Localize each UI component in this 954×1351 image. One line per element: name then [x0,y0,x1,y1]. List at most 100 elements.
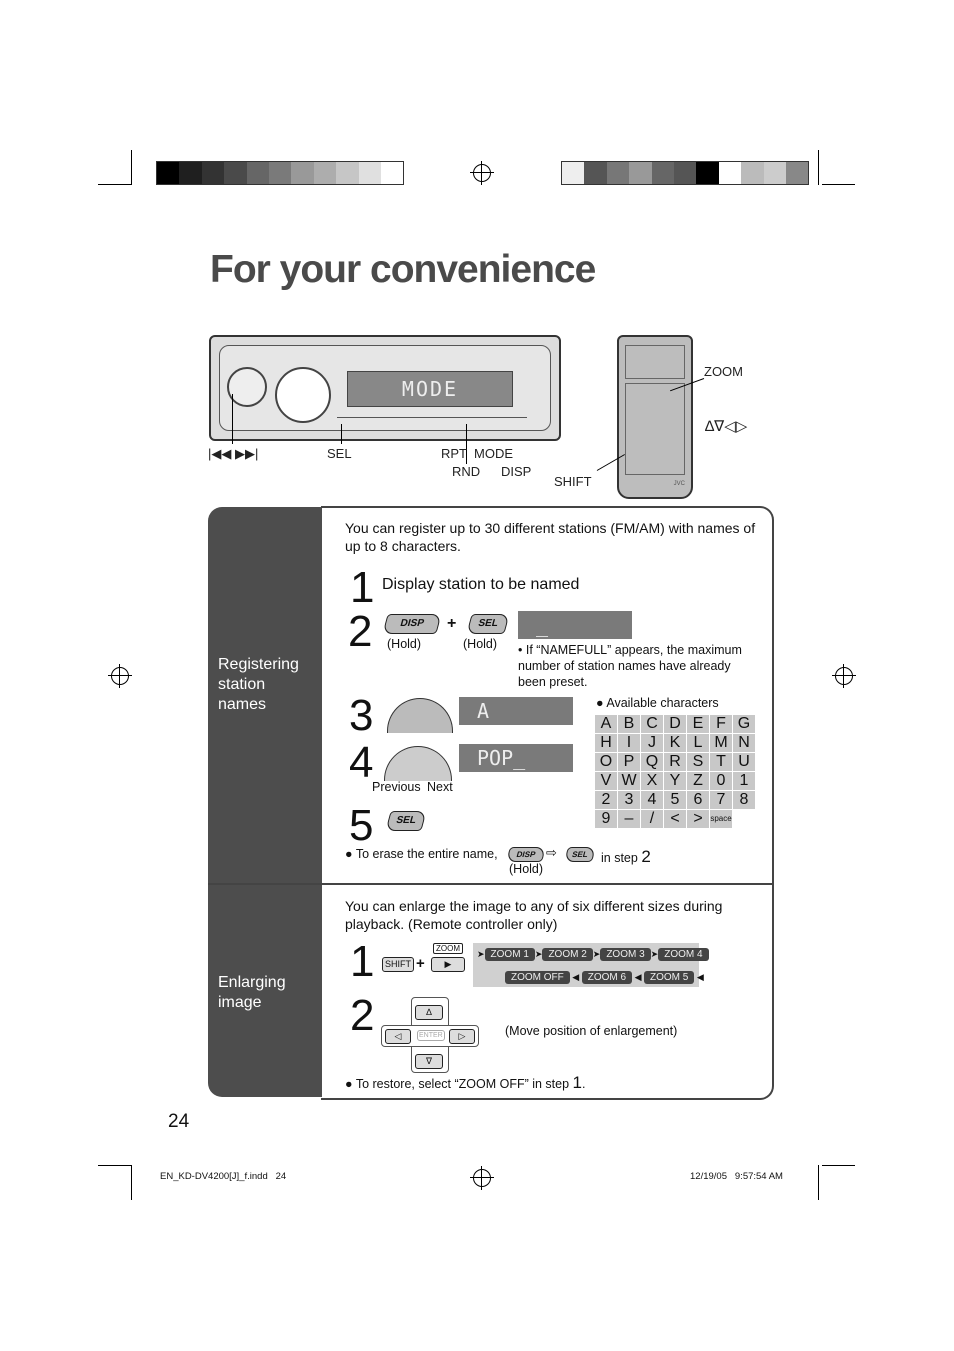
character-cell: C [641,715,663,733]
mode-label: MODE [474,446,513,461]
namefull-note: If “NAMEFULL” appears, the maximum numbe… [518,643,742,689]
character-cell: 9 [595,810,617,828]
footer-filename: EN_KD-DV4200[J]_f.indd 24 [160,1171,287,1182]
disp-button: DISP [505,847,547,862]
character-cell: A [595,715,617,733]
zoom-caption: ZOOM [433,943,463,954]
character-cell: J [641,734,663,752]
section-label-registering: Registering station names [218,656,299,713]
step-number: 2 [350,991,375,1040]
sel-button: SEL [385,811,427,831]
character-cell: > [687,810,709,828]
section-sidebar: Registering station names Enlarging imag… [208,507,322,1097]
character-cell: 5 [664,791,686,809]
page-title: For your convenience [210,248,596,291]
play-key-icon: ▶ [431,957,465,972]
character-cell: 2 [595,791,617,809]
footer-date: 12/19/05 9:57:54 AM [690,1171,783,1182]
section-divider [208,883,773,885]
zoom-sequence: ➤ ZOOM 1 ➤ ZOOM 2 ➤ ZOOM 3 ➤ ZOOM 4 ZOOM OFF ◀ … [473,943,709,987]
erase-note: To erase the entire name, [355,847,498,861]
device-display: MODE [347,371,513,407]
character-cell: – [618,810,640,828]
car-stereo-illustration: MODE [209,335,561,441]
sel-label: SEL [327,446,352,461]
lcd-display: _ [518,611,632,639]
registration-mark-icon [108,664,132,688]
registering-intro: You can register up to 30 different stat… [345,520,756,554]
character-cell: 8 [733,791,755,809]
character-cell: 6 [687,791,709,809]
character-cell: O [595,753,617,771]
zoom-label: ZOOM [704,364,743,379]
control-pad-icon [227,367,267,407]
skip-label: |◀◀ ▶▶| [208,446,259,461]
available-characters-label: Available characters [606,696,719,710]
section-label-enlarging: Enlarging image [218,974,286,1011]
rnd-label: RND [452,464,481,479]
character-cell: S [687,753,709,771]
character-cell: H [595,734,617,752]
character-cell: F [710,715,732,733]
step-number: 5 [349,801,374,850]
color-bar-left [156,161,405,185]
character-cell: X [641,772,663,790]
sel-button: SEL [563,847,597,862]
disp-button: DISP [382,614,442,634]
restore-note: To restore, select “ZOOM OFF” in step [355,1077,570,1091]
enlarging-intro: You can enlarge the image to any of six … [345,898,723,932]
character-cell: 3 [618,791,640,809]
registration-mark-icon [470,1166,494,1190]
character-cell: space [710,810,732,828]
lcd-display: POP_ [459,744,573,772]
sel-button: SEL [466,614,510,634]
step-number: 1 [350,563,375,612]
character-cell: < [664,810,686,828]
character-table: A B C D E F G H I J K L M N O P Q R S T U V W X Y Z 0 1 2 3 4 5 6 7 8 9– / < >… [595,715,755,828]
volume-knob-icon [275,367,331,423]
character-cell: I [618,734,640,752]
character-cell: U [733,753,755,771]
step1-text: Display station to be named [382,576,580,593]
registration-mark-icon [832,664,856,688]
remote-control-illustration: JVC [617,335,693,499]
character-cell: 1 [733,772,755,790]
character-cell: V [595,772,617,790]
direction-pad-icon: ∆ ∇ ◁ ▷ ENTER [381,997,479,1073]
character-cell: 7 [710,791,732,809]
character-cell: K [664,734,686,752]
rpt-label: RPT [441,446,467,461]
character-cell: 4 [641,791,663,809]
character-cell: D [664,715,686,733]
character-cell: M [710,734,732,752]
character-cell: G [733,715,755,733]
manual-page: For your convenience MODE |◀◀ ▶▶| SEL RP… [0,0,954,1351]
move-caption: (Move position of enlargement) [505,1024,678,1038]
character-cell: Q [641,753,663,771]
step-number: 1 [350,937,375,986]
step-number: 3 [349,691,374,740]
character-cell: Z [687,772,709,790]
character-cell: W [618,772,640,790]
page-number: 24 [168,1111,190,1132]
lcd-display: A [459,697,573,725]
shift-key: SHIFT [382,957,414,972]
next-label: Next [427,780,453,794]
character-cell: B [618,715,640,733]
character-cell: Y [664,772,686,790]
character-cell: L [687,734,709,752]
step-number: 4 [349,738,374,787]
step-number: 2 [348,607,373,656]
arrows-label: ∆∇◁▷ [705,418,748,435]
character-cell: N [733,734,755,752]
character-cell: / [641,810,663,828]
character-cell: R [664,753,686,771]
character-cell: P [618,753,640,771]
color-bar-right [561,161,810,185]
disp-label: DISP [501,464,532,479]
shift-label: SHIFT [554,474,592,489]
previous-label: Previous [372,780,421,794]
character-cell: E [687,715,709,733]
character-cell: 0 [710,772,732,790]
registration-mark-icon [470,161,494,185]
